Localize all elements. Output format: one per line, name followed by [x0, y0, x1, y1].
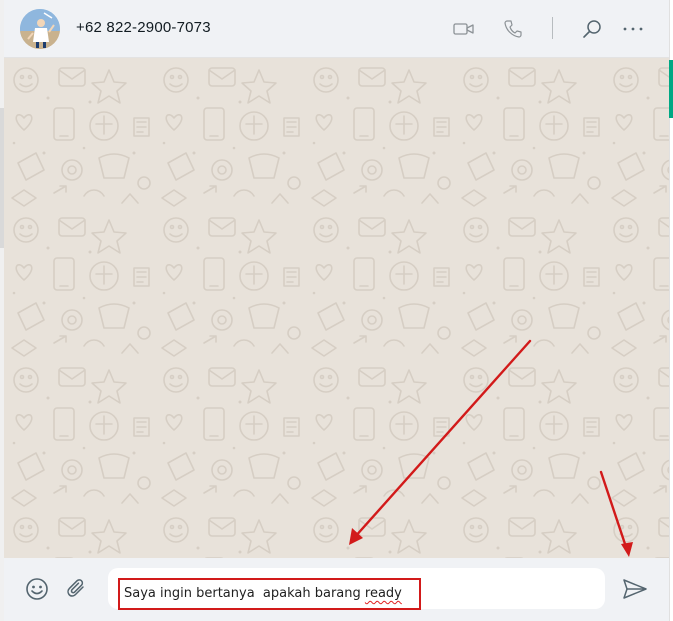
right-edge-accent	[669, 60, 673, 118]
search-icon[interactable]	[579, 16, 605, 42]
more-options-icon[interactable]	[620, 16, 646, 42]
chat-wallpaper-pattern	[4, 58, 669, 558]
chat-header: +62 822-2900-7073	[4, 0, 669, 58]
voice-call-icon[interactable]	[500, 16, 526, 42]
whatsapp-window: +62 822-2900-7073 Saya ingin bertanya ap…	[0, 0, 673, 621]
chat-messages-area	[4, 58, 669, 558]
send-icon[interactable]	[621, 576, 649, 602]
video-call-icon[interactable]	[451, 16, 477, 42]
emoji-icon[interactable]	[24, 576, 50, 602]
message-text: Saya ingin bertanya apakah barang	[124, 586, 365, 601]
message-input[interactable]: Saya ingin bertanya apakah barang ready	[118, 578, 421, 610]
contact-avatar[interactable]	[20, 9, 60, 49]
misspelled-word: ready	[364, 586, 402, 601]
message-input-container[interactable]: Saya ingin bertanya apakah barang ready	[108, 568, 605, 610]
paperclip-icon[interactable]	[64, 576, 90, 602]
contact-name[interactable]: +62 822-2900-7073	[76, 19, 211, 36]
header-divider	[552, 17, 553, 39]
message-composer: Saya ingin bertanya apakah barang ready	[4, 558, 669, 621]
